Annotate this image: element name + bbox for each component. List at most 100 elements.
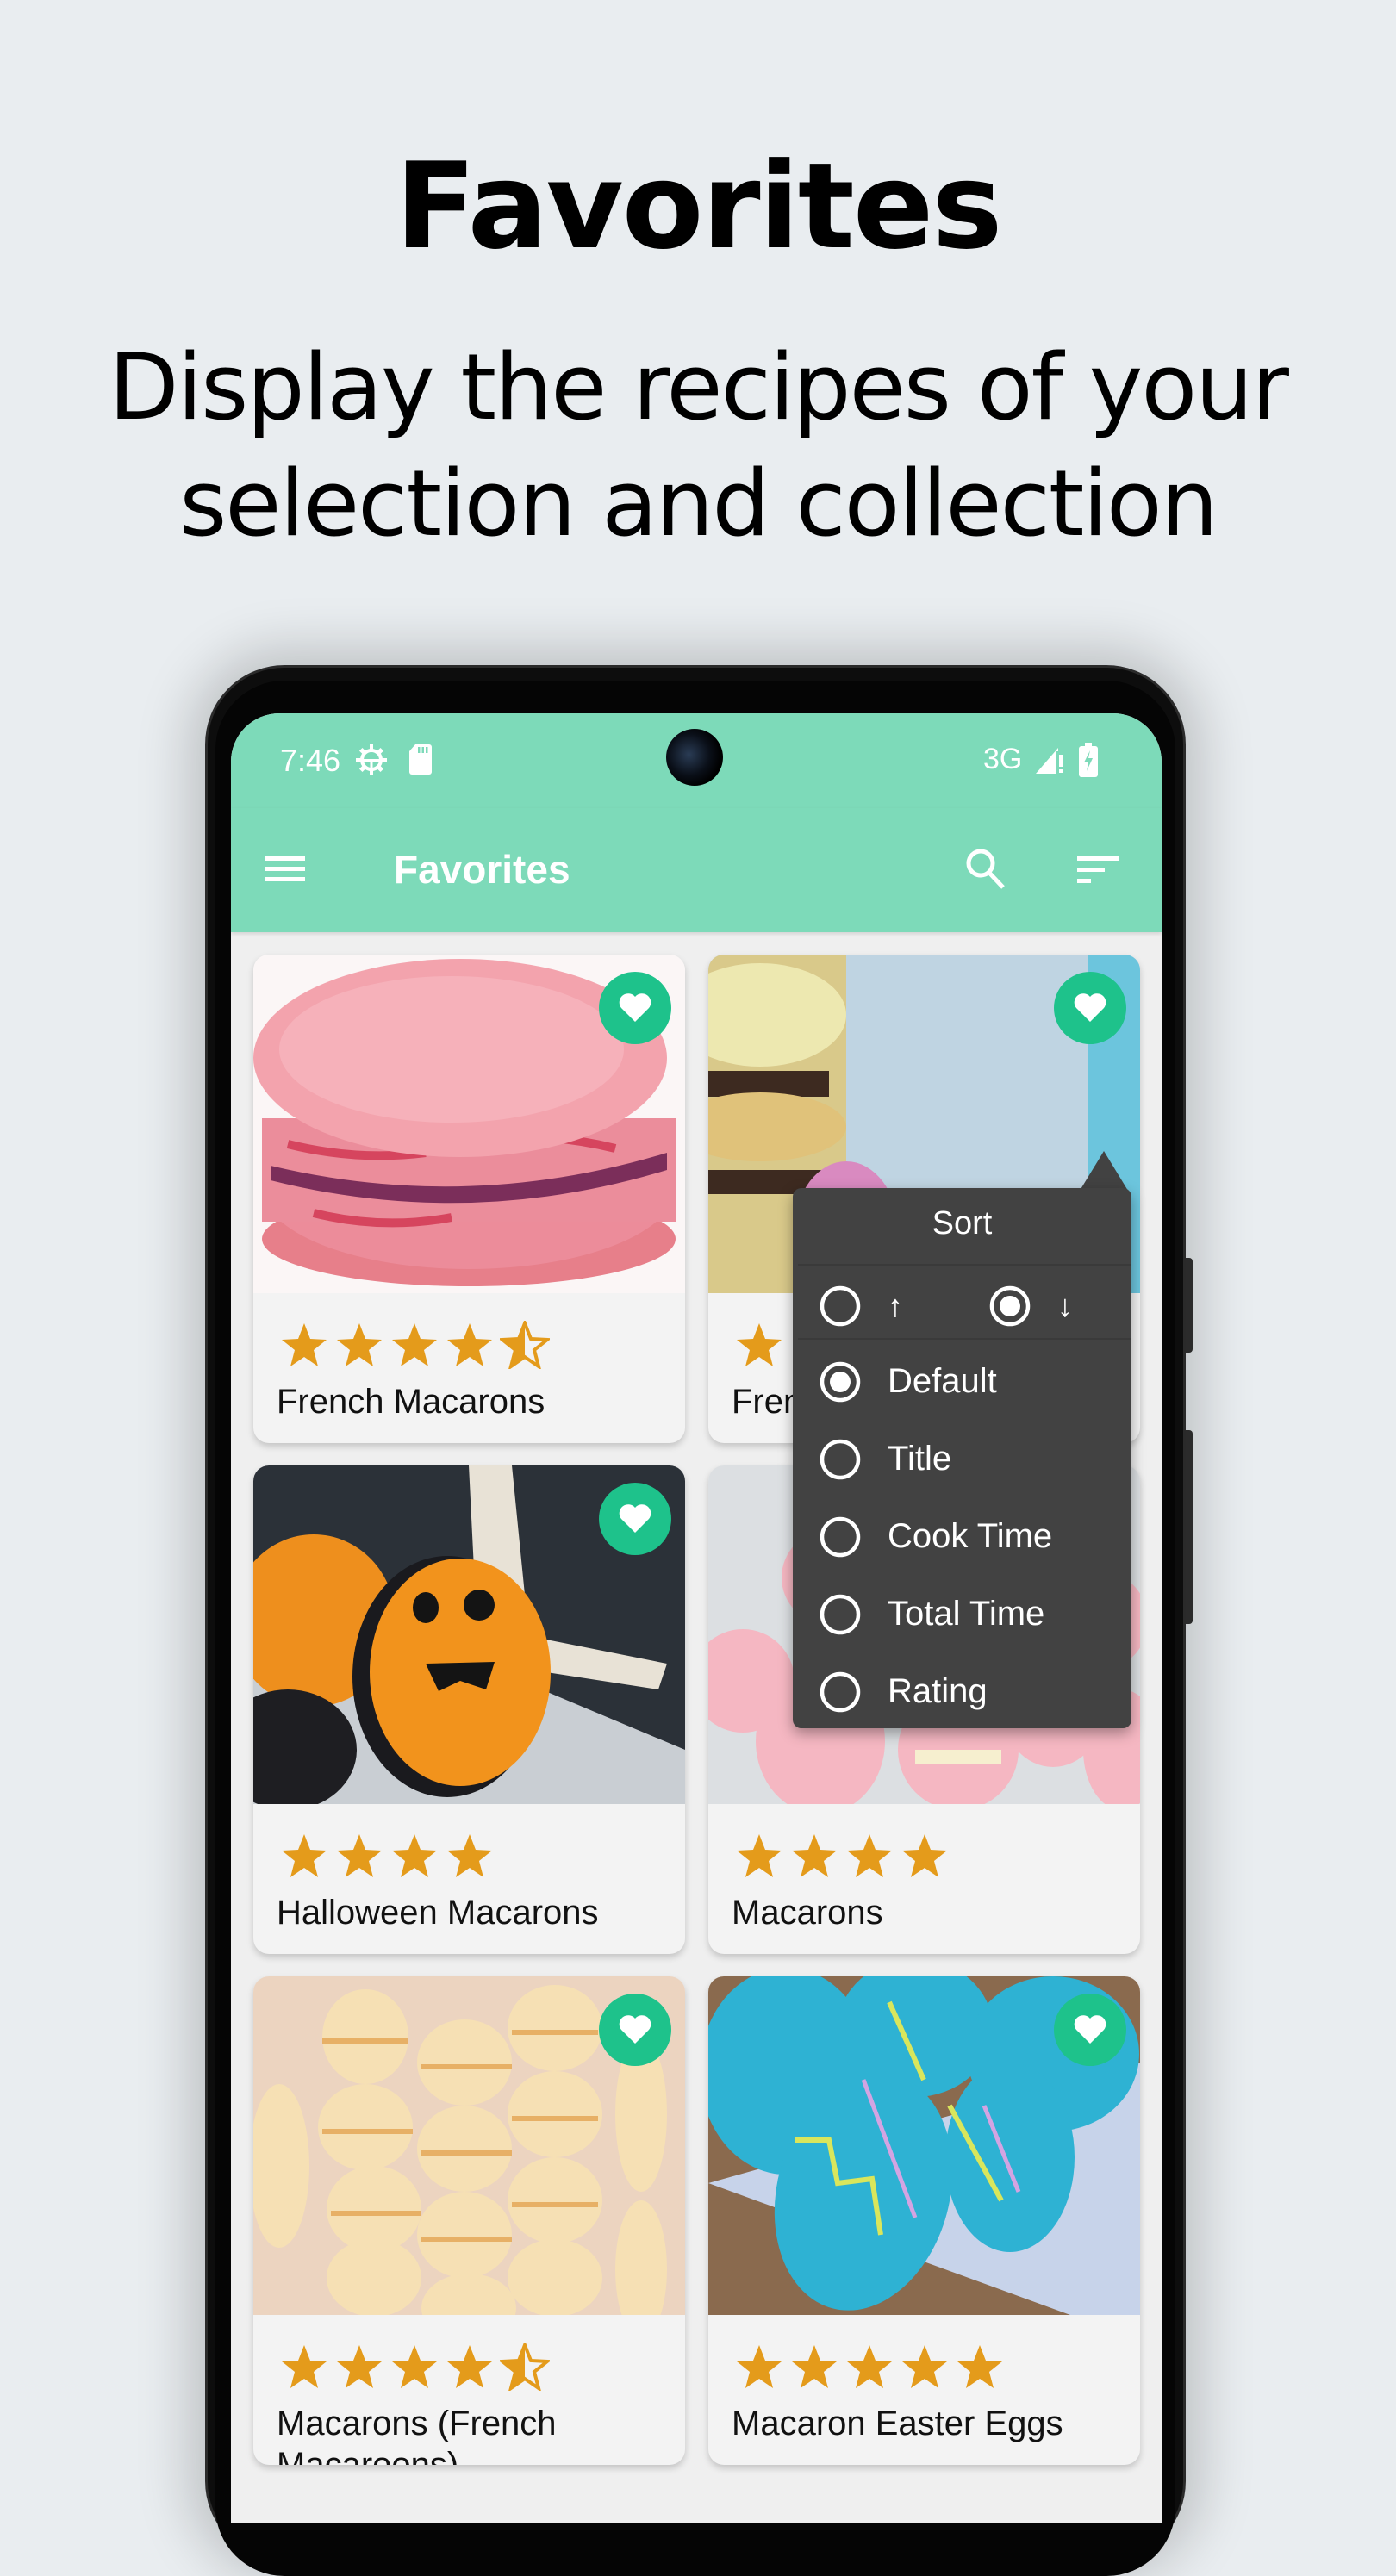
sort-option-radio[interactable]	[819, 1671, 862, 1714]
star-icon	[282, 2345, 327, 2388]
star-icon	[792, 2345, 837, 2388]
heart-icon	[1074, 2015, 1106, 2044]
rating-stars	[734, 1832, 950, 1880]
sort-option-radio[interactable]	[819, 1360, 862, 1403]
battery-charging-icon	[1079, 743, 1098, 781]
status-bar: 7:46 3G	[231, 713, 1162, 808]
star-icon	[392, 1834, 437, 1877]
star-half-icon	[500, 1321, 550, 1369]
sort-icon	[1077, 856, 1119, 883]
star-icon	[847, 1834, 892, 1877]
rating-stars	[279, 1832, 495, 1880]
favorite-toggle[interactable]	[599, 1483, 671, 1555]
divider	[798, 1338, 1131, 1340]
heart-icon	[619, 2015, 651, 2044]
sort-option-label: Rating	[888, 1672, 988, 1710]
sd-card-icon	[408, 743, 433, 780]
star-icon	[282, 1834, 327, 1877]
star-icon	[792, 1834, 837, 1877]
settings-gear-icon	[354, 743, 389, 781]
star-icon	[847, 2345, 892, 2388]
sort-descending-radio[interactable]	[988, 1285, 1031, 1328]
sort-descending-label: ↓	[1057, 1288, 1073, 1323]
sort-option-label: Default	[888, 1362, 997, 1400]
divider	[798, 1264, 1131, 1266]
front-camera	[666, 729, 723, 786]
star-icon	[392, 2345, 437, 2388]
sort-option-radio[interactable]	[819, 1593, 862, 1636]
radio-checked-icon	[820, 1361, 861, 1403]
star-icon	[902, 1834, 947, 1877]
star-icon	[737, 2345, 782, 2388]
recipe-title: French Macarons	[277, 1383, 545, 1421]
status-time: 7:46	[280, 743, 341, 778]
star-icon	[337, 2345, 382, 2388]
menu-button[interactable]	[264, 848, 307, 891]
menu-icon	[265, 856, 305, 881]
star-icon	[447, 1323, 492, 1366]
promo-subtitle-line-2: selection and collection	[179, 451, 1218, 557]
recipe-card[interactable]: Halloween Macarons	[253, 1465, 685, 1954]
phone-screen: 7:46 3G Favorites French Macarons Fren H…	[231, 713, 1162, 2523]
heart-icon	[1074, 993, 1106, 1022]
recipe-title: Macarons (French Macaroons)	[277, 2405, 557, 2465]
sort-ascending-label: ↑	[888, 1288, 903, 1323]
app-bar-title: Favorites	[394, 847, 570, 892]
recipe-card[interactable]: Macaron Easter Eggs	[708, 1976, 1140, 2465]
star-half-icon	[500, 2343, 550, 2391]
heart-icon	[619, 1504, 651, 1533]
star-icon	[337, 1323, 382, 1366]
star-icon	[957, 2345, 1002, 2388]
sort-ascending-radio[interactable]	[819, 1285, 862, 1328]
sort-option-cook-time[interactable]: Cook Time	[793, 1498, 1131, 1576]
sort-option-title[interactable]: Title	[793, 1421, 1131, 1498]
rating-stars	[279, 2343, 550, 2391]
rating-stars	[734, 2343, 1005, 2391]
sort-option-default[interactable]: Default	[793, 1343, 1131, 1421]
sort-popup-arrow	[1080, 1151, 1128, 1191]
recipe-title: Halloween Macarons	[277, 1894, 599, 1932]
sort-popup: Sort ↑ ↓ Default Title Cook Time Total Time…	[793, 1188, 1131, 1728]
sort-popup-title: Sort	[932, 1205, 993, 1241]
network-type: 3G	[983, 743, 1023, 775]
star-icon	[737, 1834, 782, 1877]
sort-option-total-time[interactable]: Total Time	[793, 1576, 1131, 1653]
favorite-toggle[interactable]	[599, 1994, 671, 2066]
promo-subtitle-line-1: Display the recipes of your	[109, 334, 1289, 440]
promo-headline: Favorites	[395, 137, 1002, 276]
signal-alert-icon	[1034, 746, 1065, 780]
phone-volume-button	[1186, 1430, 1193, 1624]
star-icon	[392, 1323, 437, 1366]
recipe-title: Macaron Easter Eggs	[732, 2405, 1063, 2442]
sort-option-label: Cook Time	[888, 1517, 1053, 1555]
radio-unchecked-icon	[820, 1439, 861, 1480]
rating-stars	[734, 1321, 784, 1369]
sort-option-rating[interactable]: Rating	[793, 1653, 1131, 1731]
radio-checked-icon	[989, 1285, 1031, 1327]
sort-option-radio[interactable]	[819, 1515, 862, 1559]
star-icon	[902, 2345, 947, 2388]
phone-power-button	[1186, 1258, 1193, 1353]
favorite-toggle[interactable]	[1054, 972, 1126, 1044]
recipe-card[interactable]: Macarons (French Macaroons)	[253, 1976, 685, 2465]
radio-unchecked-icon	[820, 1285, 861, 1327]
sort-option-label: Total Time	[888, 1595, 1045, 1633]
radio-unchecked-icon	[820, 1594, 861, 1635]
heart-icon	[619, 993, 651, 1022]
star-icon	[337, 1834, 382, 1877]
recipe-card[interactable]: French Macarons	[253, 955, 685, 1443]
rating-stars	[279, 1321, 550, 1369]
star-icon	[737, 1323, 782, 1366]
search-button[interactable]	[962, 844, 1010, 893]
radio-unchecked-icon	[820, 1516, 861, 1558]
sort-option-radio[interactable]	[819, 1438, 862, 1481]
sort-button[interactable]	[1074, 848, 1122, 891]
search-icon	[966, 849, 1005, 889]
favorite-toggle[interactable]	[599, 972, 671, 1044]
star-icon	[447, 1834, 492, 1877]
recipe-title: Macarons	[732, 1894, 883, 1932]
sort-option-label: Title	[888, 1440, 952, 1478]
recipe-grid: French Macarons Fren Halloween Macarons …	[231, 932, 1162, 2523]
star-icon	[282, 1323, 327, 1366]
favorite-toggle[interactable]	[1054, 1994, 1126, 2066]
